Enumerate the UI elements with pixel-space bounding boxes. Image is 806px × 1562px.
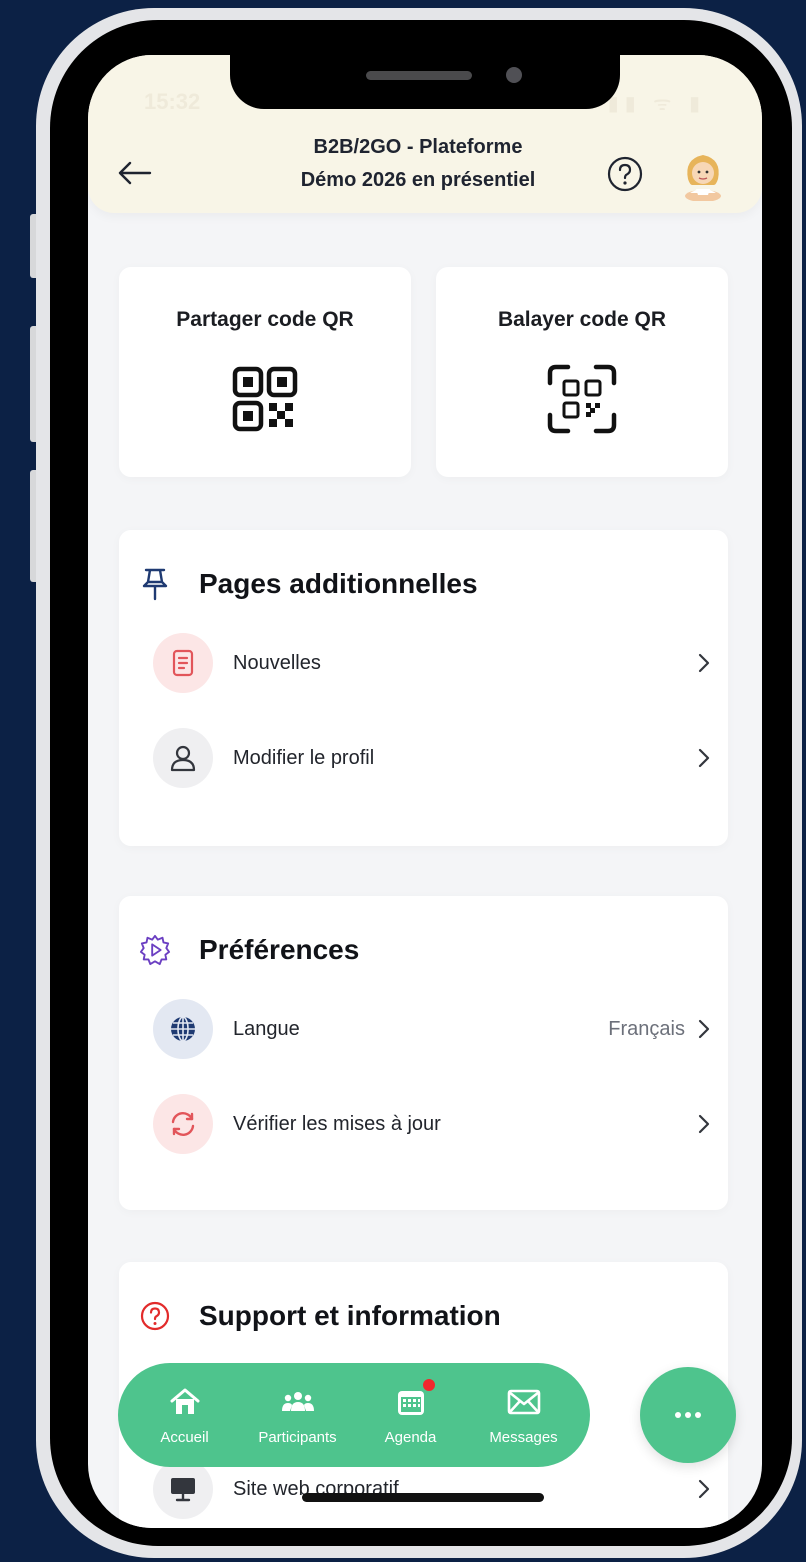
status-time: 15:32 [144,89,201,114]
phone-notch [230,55,620,109]
globe-icon [153,999,213,1059]
help-circle-icon [607,156,643,192]
check-updates-label: Vérifier les mises à jour [233,1112,441,1135]
news-label: Nouvelles [233,651,321,674]
title-line-1: B2B/2GO - Plateforme [313,136,523,158]
nav-item-participants[interactable]: Participants [248,1385,348,1446]
share-qr-label: Partager code QR [176,308,354,331]
qr-code-icon [232,366,298,432]
people-icon [281,1385,315,1419]
chevron-right-icon [698,1114,710,1134]
home-icon [168,1385,202,1419]
refresh-icon [153,1094,213,1154]
scan-qr-card[interactable]: Balayer code QR [436,267,728,477]
chevron-right-icon [698,1479,710,1499]
speaker [366,71,472,80]
language-label: Langue [233,1017,300,1040]
avatar[interactable] [678,149,728,202]
news-icon [153,633,213,693]
bottom-nav: Accueil Participants Agenda Messages [118,1363,590,1467]
front-camera [506,67,522,83]
nav-item-messages[interactable]: Messages [474,1385,574,1446]
back-button[interactable] [114,155,154,191]
nav-item-home[interactable]: Accueil [135,1385,235,1446]
nav-item-agenda[interactable]: Agenda [361,1376,461,1446]
scan-qr-label: Balayer code QR [497,308,667,331]
language-value: Français [608,1017,685,1040]
more-dots-icon [675,1412,701,1418]
preferences-section-title: Préférences [199,934,360,965]
gear-play-icon [139,934,171,966]
edit-profile-label: Modifier le profil [233,746,375,769]
page-title: B2B/2GO - Plateforme Démo 2026 en présen… [248,131,588,197]
qr-scan-icon [547,364,617,434]
chevron-right-icon [698,748,710,768]
nav-label-agenda: Agenda [384,1428,437,1446]
list-item-corporate-website[interactable]: Site web corporatif [153,1459,713,1519]
nav-label-messages: Messages [489,1428,558,1446]
pin-icon [139,568,171,601]
preferences-section: Préférences Langue Français Vérifier les… [119,896,728,1210]
preferences-section-header: Préférences [139,930,359,970]
pages-section-title: Pages additionnelles [199,568,478,599]
list-item-language[interactable]: Langue Français [153,999,713,1059]
pages-section: Pages additionnelles Nouvelles Modifier … [119,530,728,846]
status-icons: ▮▮ ᯤ ▮ [607,93,706,115]
app-screen: 15:32 ▮▮ ᯤ ▮ B2B/2GO - Plateforme Démo 2… [88,55,762,1528]
monitor-icon [153,1459,213,1519]
nav-label-home: Accueil [160,1428,209,1446]
avatar-icon [685,155,721,202]
home-indicator [302,1493,544,1502]
list-item-news[interactable]: Nouvelles [153,633,713,693]
pages-section-header: Pages additionnelles [139,564,478,604]
support-section-header: Support et information [139,1296,501,1336]
share-qr-card[interactable]: Partager code QR [119,267,411,477]
title-line-2: Démo 2026 en présentiel [300,169,536,191]
chevron-right-icon [698,1019,710,1039]
user-icon [153,728,213,788]
arrow-left-icon [118,161,152,185]
more-button[interactable] [640,1367,736,1463]
help-button[interactable] [606,155,644,193]
support-section-title: Support et information [199,1300,501,1331]
list-item-edit-profile[interactable]: Modifier le profil [153,728,713,788]
notification-badge [420,1376,437,1393]
list-item-check-updates[interactable]: Vérifier les mises à jour [153,1094,713,1154]
nav-label-participants: Participants [258,1428,337,1446]
chevron-right-icon [698,653,710,673]
mail-icon [507,1385,541,1419]
question-circle-icon [139,1300,171,1332]
